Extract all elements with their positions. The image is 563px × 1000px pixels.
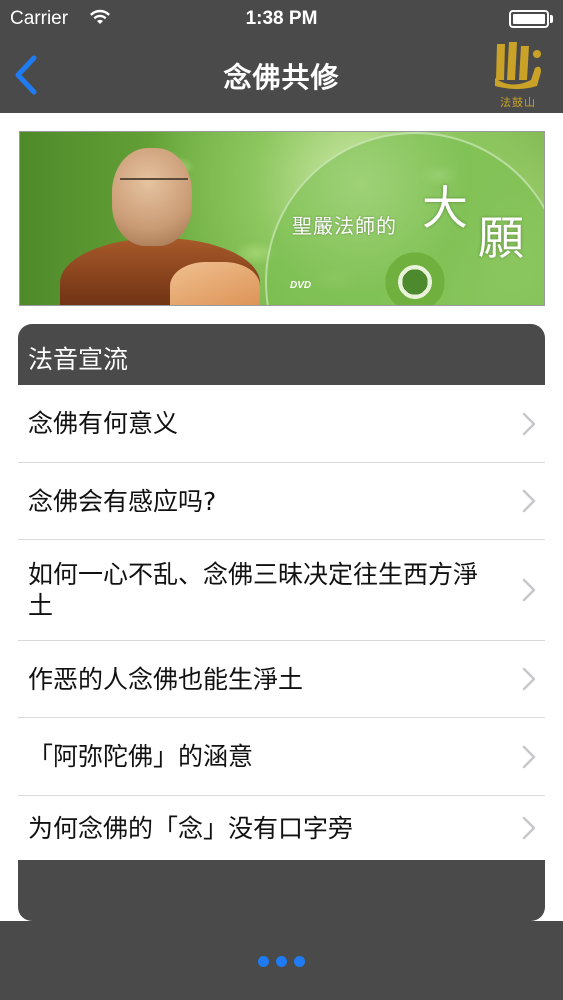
list-item[interactable]: 念佛有何意义 (18, 385, 545, 463)
status-time: 1:38 PM (245, 8, 318, 29)
list-item[interactable]: 如何一心不乱、念佛三昧决定往生西方淨土 (18, 540, 545, 641)
list-item-label: 「阿弥陀佛」的涵意 (28, 742, 254, 771)
banner-big-char-2: 願 (478, 211, 524, 265)
banner-big-char-1: 大 (422, 181, 468, 235)
chevron-right-icon (522, 745, 536, 768)
banner-image[interactable]: 聖嚴法師的 大 願 DVD (19, 131, 545, 306)
navigation-bar: 念佛共修 法鼓山 (0, 38, 563, 113)
chevron-right-icon (522, 667, 536, 691)
list-item-label: 念佛会有感应吗? (28, 486, 217, 516)
chevron-right-icon (522, 489, 536, 513)
logo-text: 法鼓山 (500, 96, 536, 109)
more-dots-icon[interactable] (258, 954, 306, 968)
topic-list: 念佛有何意义 念佛会有感应吗? 如何一心不乱、念佛三昧决定往生西方淨土 作恶的人… (18, 385, 545, 860)
chevron-right-icon (522, 578, 536, 602)
list-item-label: 如何一心不乱、念佛三昧决定往生西方淨土 (28, 560, 479, 620)
list-item[interactable]: 念佛会有感应吗? (18, 463, 545, 540)
status-bar: Carrier 1:38 PM (0, 0, 563, 38)
dharma-drum-logo: 法鼓山 (487, 40, 549, 112)
section-header: 法音宣流 (18, 324, 545, 385)
banner-caption: 聖嚴法師的 (292, 214, 397, 238)
list-item-label: 为何念佛的「念」没有口字旁 (28, 813, 354, 843)
dvd-label: DVD (290, 280, 312, 291)
chevron-right-icon (522, 412, 536, 435)
list-item[interactable]: 作恶的人念佛也能生淨土 (18, 641, 545, 718)
chevron-right-icon (522, 816, 536, 840)
section-footer (18, 860, 545, 921)
bottom-toolbar (0, 921, 563, 1000)
list-item[interactable]: 为何念佛的「念」没有口字旁 (18, 796, 545, 860)
master-portrait (60, 142, 260, 305)
section-title: 法音宣流 (28, 345, 129, 374)
list-item-label: 作恶的人念佛也能生淨土 (28, 664, 304, 694)
page-title: 念佛共修 (223, 61, 340, 94)
battery-icon (509, 10, 553, 28)
list-item-label: 念佛有何意义 (28, 409, 179, 438)
list-item[interactable]: 「阿弥陀佛」的涵意 (18, 718, 545, 796)
logo-hand-icon (495, 42, 541, 89)
